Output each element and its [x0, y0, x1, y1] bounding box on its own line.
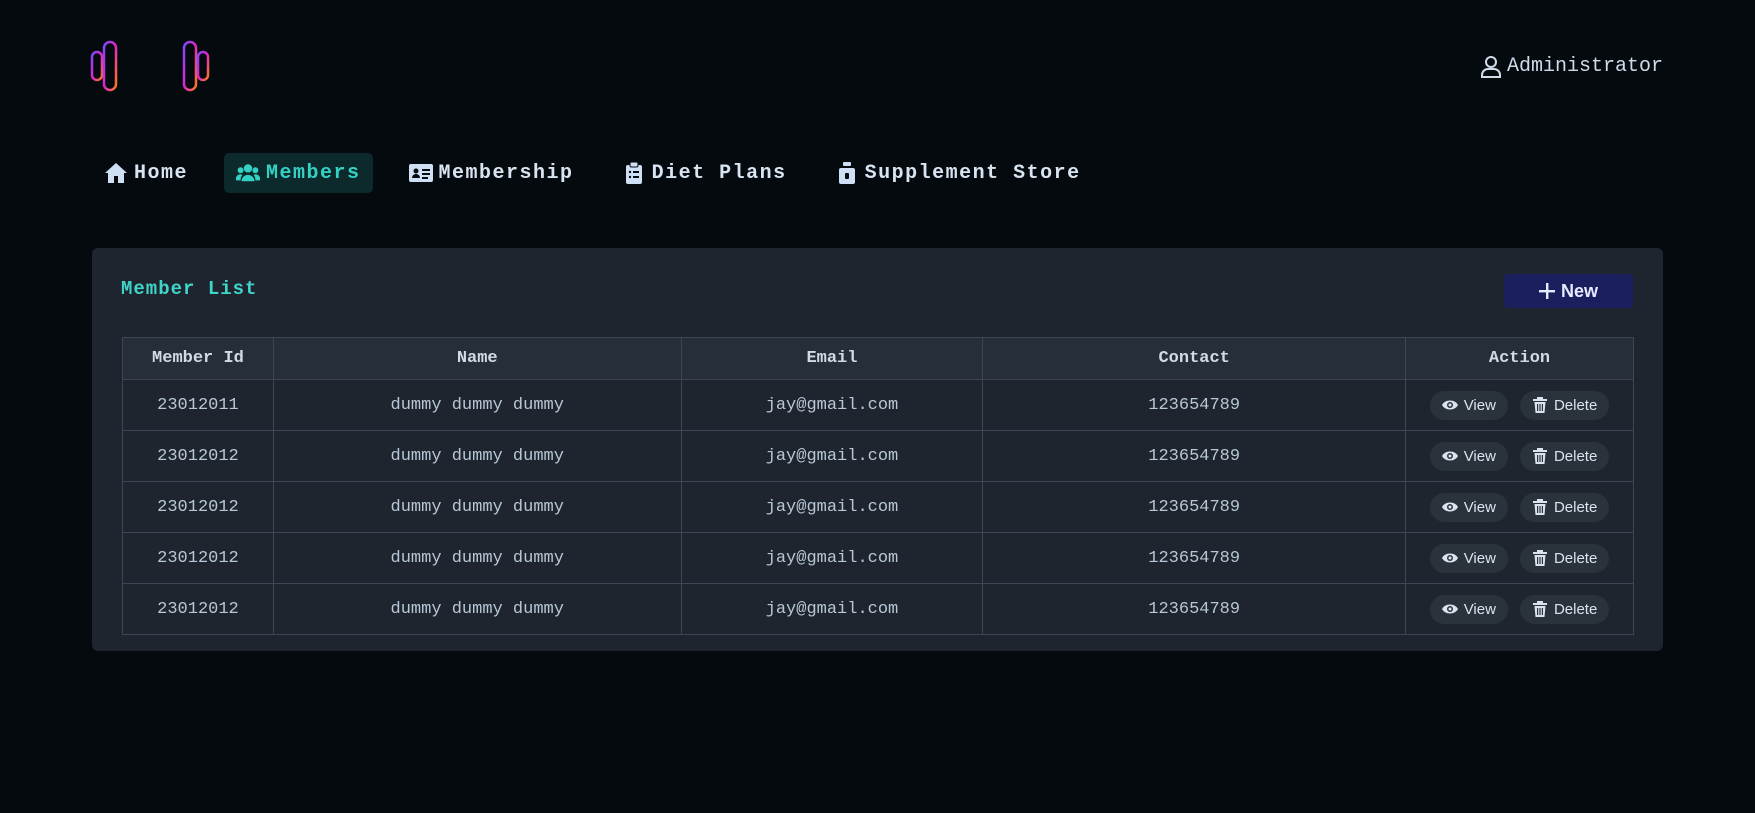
contact-cell: 123654789: [982, 430, 1407, 482]
member-id-cell: 23012011: [122, 379, 274, 431]
view-button-label: View: [1463, 447, 1496, 465]
view-button[interactable]: View: [1429, 390, 1508, 420]
name-cell: dummy dummy dummy: [272, 430, 682, 482]
users-icon: [236, 164, 261, 182]
member-id-cell: 23012012: [122, 583, 274, 635]
new-member-button[interactable]: New: [1504, 274, 1633, 308]
contact-cell: 123654789: [982, 583, 1407, 635]
nav-item-label: Supplement Store: [864, 161, 1081, 185]
nav-item-membership[interactable]: Membership: [397, 153, 586, 193]
name-cell: dummy dummy dummy: [272, 481, 682, 533]
user-name: Administrator: [1506, 55, 1663, 78]
name-cell: dummy dummy dummy: [272, 583, 682, 635]
column-header-contact: Contact: [982, 337, 1407, 380]
action-cell: View Delete: [1405, 481, 1634, 533]
email-cell: jay@gmail.com: [680, 481, 984, 533]
nav-item-label: Membership: [438, 161, 574, 185]
column-header-name: Name: [272, 337, 682, 380]
email-cell: jay@gmail.com: [680, 532, 984, 584]
eye-icon: [1441, 451, 1458, 461]
nav-item-label: Diet Plans: [651, 161, 787, 185]
delete-button-label: Delete: [1553, 600, 1598, 618]
name-cell: dummy dummy dummy: [272, 379, 682, 431]
view-button-label: View: [1463, 498, 1496, 516]
table-row: 23012011 dummy dummy dummy jay@gmail.com…: [122, 379, 1634, 431]
eye-icon: [1441, 502, 1458, 512]
view-button[interactable]: View: [1429, 441, 1508, 471]
table-row: 23012012 dummy dummy dummy jay@gmail.com…: [122, 430, 1634, 482]
nav-item-members[interactable]: Members: [224, 153, 373, 193]
eye-icon: [1441, 400, 1458, 410]
bottle-icon: [838, 162, 855, 184]
action-cell: View Delete: [1405, 430, 1634, 482]
column-header-email: Email: [680, 337, 984, 380]
eye-icon: [1441, 553, 1458, 563]
nav-item-label: Members: [266, 161, 361, 185]
email-cell: jay@gmail.com: [680, 379, 984, 431]
dumbbell-icon[interactable]: [90, 38, 210, 94]
table-row: 23012012 dummy dummy dummy jay@gmail.com…: [122, 481, 1634, 533]
nav-item-label: Home: [134, 161, 189, 185]
member-table: Member Id Name Email Contact Action 2301…: [122, 337, 1634, 635]
action-cell: View Delete: [1405, 583, 1634, 635]
contact-cell: 123654789: [982, 379, 1407, 431]
trash-icon: [1532, 499, 1547, 515]
nav-item-diet-plans[interactable]: Diet Plans: [610, 153, 799, 193]
trash-icon: [1532, 601, 1547, 617]
user-icon: [1480, 55, 1501, 78]
view-button[interactable]: View: [1429, 594, 1508, 624]
table-header-row: Member Id Name Email Contact Action: [122, 337, 1634, 380]
delete-button[interactable]: Delete: [1519, 594, 1610, 624]
view-button-label: View: [1463, 549, 1496, 567]
delete-button[interactable]: Delete: [1519, 390, 1610, 420]
member-list-card: Member List New Member Id Name Email Con…: [92, 248, 1663, 651]
view-button-label: View: [1463, 600, 1496, 618]
id-card-icon: [408, 164, 433, 182]
column-header-member-id: Member Id: [122, 337, 274, 380]
email-cell: jay@gmail.com: [680, 430, 984, 482]
nav-item-home[interactable]: Home: [92, 153, 200, 193]
header: Administrator: [0, 0, 1755, 130]
delete-button[interactable]: Delete: [1519, 543, 1610, 573]
email-cell: jay@gmail.com: [680, 583, 984, 635]
card-title: Member List: [121, 278, 258, 300]
nav-item-supplement-store[interactable]: Supplement Store: [823, 153, 1093, 193]
member-id-cell: 23012012: [122, 532, 274, 584]
table-row: 23012012 dummy dummy dummy jay@gmail.com…: [122, 532, 1634, 584]
delete-button-label: Delete: [1553, 447, 1598, 465]
plus-icon: [1538, 283, 1555, 299]
trash-icon: [1532, 448, 1547, 464]
view-button[interactable]: View: [1429, 492, 1508, 522]
delete-button[interactable]: Delete: [1519, 492, 1610, 522]
home-icon: [105, 163, 127, 183]
column-header-action: Action: [1405, 337, 1634, 380]
contact-cell: 123654789: [982, 532, 1407, 584]
action-cell: View Delete: [1405, 379, 1634, 431]
main-nav: Home Members Membership Diet Plans Suppl…: [92, 153, 1117, 193]
contact-cell: 123654789: [982, 481, 1407, 533]
delete-button-label: Delete: [1553, 549, 1598, 567]
view-button-label: View: [1463, 396, 1496, 414]
view-button[interactable]: View: [1429, 543, 1508, 573]
action-cell: View Delete: [1405, 532, 1634, 584]
delete-button-label: Delete: [1553, 396, 1598, 414]
new-button-label: New: [1560, 280, 1598, 301]
member-id-cell: 23012012: [122, 481, 274, 533]
trash-icon: [1532, 397, 1547, 413]
clipboard-list-icon: [625, 162, 642, 184]
user-menu[interactable]: Administrator: [1480, 55, 1663, 78]
name-cell: dummy dummy dummy: [272, 532, 682, 584]
member-id-cell: 23012012: [122, 430, 274, 482]
delete-button[interactable]: Delete: [1519, 441, 1610, 471]
trash-icon: [1532, 550, 1547, 566]
delete-button-label: Delete: [1553, 498, 1598, 516]
eye-icon: [1441, 604, 1458, 614]
table-row: 23012012 dummy dummy dummy jay@gmail.com…: [122, 583, 1634, 635]
